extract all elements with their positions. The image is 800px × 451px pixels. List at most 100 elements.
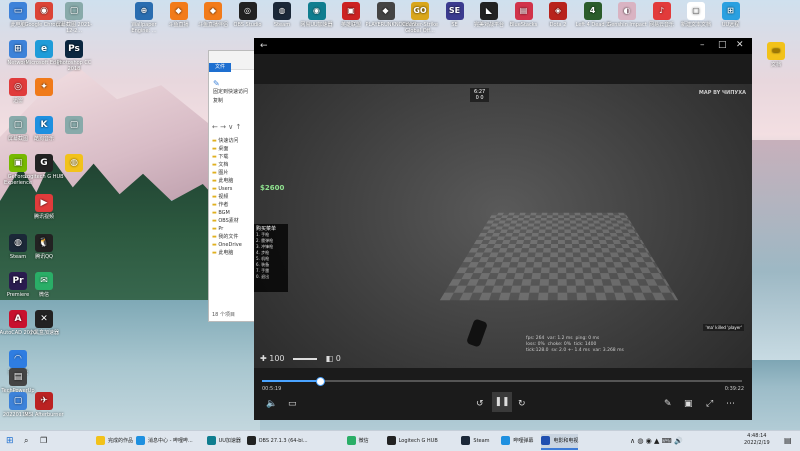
desktop-icon[interactable]: Ps Photoshop CC 2018 — [54, 40, 94, 72]
explorer-tree-item[interactable]: ▬ 此电脑 — [212, 249, 242, 257]
app-icon: ▶ — [35, 194, 53, 212]
explorer-tree-item[interactable]: ▬ 下载 — [212, 153, 242, 161]
app-icon: ◣ — [480, 2, 498, 20]
taskbar-app[interactable]: Logitech G HUB — [386, 434, 438, 448]
desktop-icon-label: BlueStacks — [509, 22, 538, 28]
app-icon: ▢ — [65, 116, 83, 134]
explorer-tree-label: 视频 — [218, 194, 229, 200]
hud-map-credit: MAP BY ЧИПУХА — [698, 90, 746, 96]
forward-30-icon[interactable]: ↻ — [518, 399, 526, 409]
taskbar-app[interactable]: 微信 — [346, 434, 369, 448]
media-player-window[interactable]: ← – □ ✕ 6:27 0 0 MAP BY ЧИПУХА $2600 购买菜… — [254, 38, 752, 420]
explorer-tree-label: Pr — [218, 226, 224, 232]
explorer-tree-item[interactable]: ▬ 我的文件 — [212, 233, 242, 241]
taskbar-app-label: 消息中心 - 哔哩哔... — [148, 438, 193, 444]
start-icon[interactable]: ⊞ — [6, 434, 14, 448]
desktop-icon[interactable]: ⊞ UU远程 — [711, 2, 751, 28]
taskbar-app[interactable]: OBS 27.1.3 (64-bi... — [246, 434, 308, 448]
app-icon: ⊕ — [135, 2, 153, 20]
video-player-model — [465, 318, 489, 348]
ribbon-copy-label[interactable]: 复制 — [213, 97, 255, 104]
explorer-tree-item[interactable]: ▬ Pr — [212, 225, 242, 233]
pause-icon[interactable]: ❚❚ — [492, 392, 512, 412]
explorer-tree-label: 文档 — [218, 162, 229, 168]
close-icon[interactable]: ✕ — [736, 40, 744, 50]
desktop-icon-label: Dota 2 — [549, 22, 567, 28]
desktop-icon-label: Photoshop CC 2018 — [56, 60, 92, 72]
desktop-icon[interactable]: ▶ 腾讯视频 — [24, 194, 64, 220]
taskbar-app[interactable]: 完成的作品 — [96, 434, 133, 448]
desktop-icon[interactable]: ▢ — [54, 116, 94, 136]
search-icon[interactable]: ⌕ — [24, 434, 28, 448]
video-frame[interactable]: 6:27 0 0 MAP BY ЧИПУХА $2600 购买菜单 1. 手枪 2… — [254, 84, 752, 406]
explorer-tree-item[interactable]: ▬ BGM — [212, 209, 242, 217]
explorer-tree-item[interactable]: ▬ 图片 — [212, 169, 242, 177]
subtitles-icon[interactable]: ▭ — [288, 399, 297, 409]
explorer-nav-arrows[interactable]: ← → ∨ ↑ — [212, 123, 241, 131]
taskbar-app[interactable]: 电影和电视 — [541, 434, 579, 450]
pin-icon[interactable]: ✎ — [213, 79, 255, 88]
taskbar-app-label: OBS 27.1.3 (64-bi... — [258, 438, 308, 444]
app-icon: e — [35, 40, 53, 58]
mini-view-icon[interactable]: ▣ — [684, 399, 693, 409]
taskbar-app[interactable]: 消息中心 - 哔哩哔... — [136, 434, 193, 448]
desktop-icon-label: 文档 — [770, 62, 781, 68]
player-controls: 00:5:19 0:39:22 🔈 ▭ ↺ ❚❚ ↻ ✎ ▣ ⤢ ⋯ — [254, 368, 752, 420]
taskbar-app[interactable]: Steam — [461, 434, 490, 448]
explorer-tree-item[interactable]: ▬ 此电脑 — [212, 177, 242, 185]
fullscreen-icon[interactable]: ⤢ — [706, 399, 713, 409]
explorer-file-tab[interactable]: 文件 — [209, 63, 231, 72]
hud-scoreboard: 6:27 0 0 — [470, 88, 490, 102]
desktop-icon[interactable]: ✕ 小黑盒加速器 — [24, 310, 64, 336]
tray-icons[interactable]: ∧ ◍ ◉ ▲ ⌨ 🔊 — [630, 434, 683, 448]
explorer-tree-item[interactable]: ▬ 作者 — [212, 201, 242, 209]
desktop-icon[interactable]: 🐧 腾讯QQ — [24, 234, 64, 260]
explorer-tree-label: 快速访问 — [218, 138, 239, 144]
desktop-icon[interactable]: ✉ 微信 — [24, 272, 64, 298]
notification-icon[interactable]: ▤ — [784, 434, 792, 448]
taskbar-app[interactable]: 哔哩弹幕 — [501, 434, 533, 448]
taskbar-app[interactable]: UU加速器 — [206, 434, 241, 448]
hud-health-row: ✚ 100 ◧ 0 — [260, 354, 341, 363]
minimize-icon[interactable]: – — [700, 40, 705, 50]
explorer-tree-item[interactable]: ▬ 桌面 — [212, 145, 242, 153]
explorer-tree-item[interactable]: ▬ 视频 — [212, 193, 242, 201]
time-total: 0:39:22 — [724, 386, 744, 392]
task-view-icon[interactable]: ❐ — [40, 434, 47, 448]
app-icon: ⊞ — [721, 2, 740, 20]
rewind-10-icon[interactable]: ↺ — [476, 399, 484, 409]
explorer-tree-item[interactable]: ▬ Users — [212, 185, 242, 193]
clock[interactable]: 4:48:14 2022/2/19 — [744, 433, 770, 447]
more-options-icon[interactable]: ⋯ — [726, 399, 735, 409]
file-explorer-window[interactable]: 文件 ✎ 固定到快速访问 复制 ← → ∨ ↑ ▬ 快速访问 ▬ 桌面 ▬ 下载 ▬ … — [208, 50, 258, 322]
desktop-icon-documents[interactable]: ▬ 文档 — [756, 42, 796, 68]
taskbar-app-icon — [246, 436, 256, 445]
taskbar-app-icon — [136, 436, 145, 445]
app-icon: ◍ — [273, 2, 291, 20]
edit-pen-icon[interactable]: ✎ — [664, 399, 672, 409]
explorer-tree-item[interactable]: ▬ 快速访问 — [212, 137, 242, 145]
desktop-icon[interactable]: ✈ MSI Afterburner — [24, 392, 64, 418]
ribbon-pin-label[interactable]: 固定到快速访问 — [213, 88, 255, 95]
app-icon: ◈ — [549, 2, 567, 20]
seek-bar[interactable] — [262, 377, 742, 386]
desktop-icon[interactable]: ▢ 屏幕截图 2021-12-2... — [54, 2, 94, 34]
volume-icon[interactable]: 🔈 — [266, 399, 277, 409]
armor-icon: ◧ — [325, 354, 334, 363]
desktop-icon-label: 英雄联盟 — [340, 22, 361, 28]
back-arrow-icon[interactable]: ← — [260, 41, 268, 51]
explorer-nav-tree: ▬ 快速访问 ▬ 桌面 ▬ 下载 ▬ 文档 ▬ 图片 ▬ 此电脑 ▬ Users ▬ 视频 ▬ … — [212, 137, 242, 257]
taskbar-app-icon — [346, 436, 356, 445]
seek-bar-fill — [262, 380, 320, 382]
explorer-tree-item[interactable]: ▬ OBS素材 — [212, 217, 242, 225]
explorer-tree-item[interactable]: ▬ OneDrive — [212, 241, 242, 249]
maximize-icon[interactable]: □ — [718, 40, 727, 50]
taskbar-app-icon — [461, 436, 471, 445]
seek-knob[interactable] — [315, 377, 325, 386]
desktop-icon[interactable]: G Logitech G HUB — [24, 154, 64, 180]
desktop-icon[interactable]: ✦ — [24, 78, 64, 98]
taskbar-app-icon — [386, 436, 396, 445]
explorer-tree-item[interactable]: ▬ 文档 — [212, 161, 242, 169]
app-icon: 4 — [583, 2, 602, 20]
app-icon: 🐧 — [35, 234, 53, 252]
